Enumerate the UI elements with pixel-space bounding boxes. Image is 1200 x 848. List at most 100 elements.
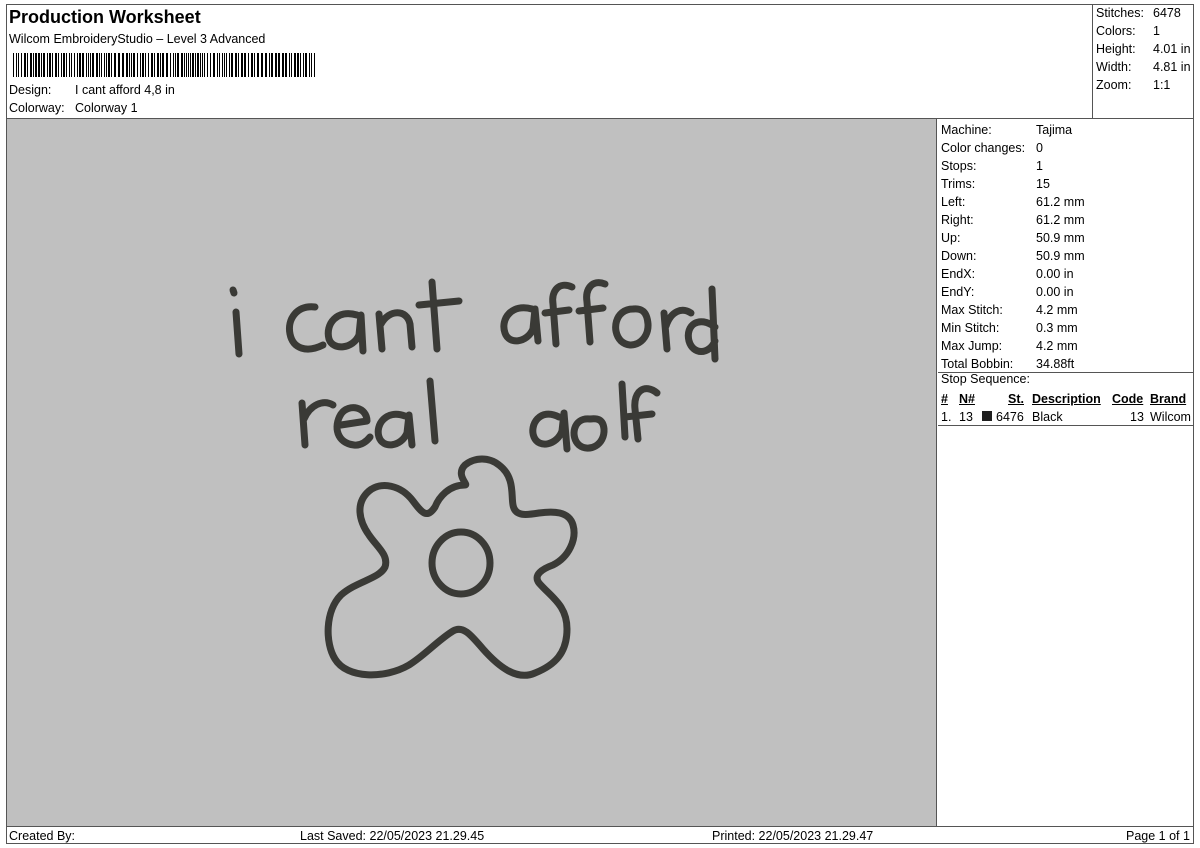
stitches-value: 6478 xyxy=(1153,6,1181,20)
design-summary: Stitches: 6478 Colors: 1 Height: 4.01 in Wi… xyxy=(1093,5,1193,119)
stitch-letter-t xyxy=(415,278,463,353)
min-stitch-row: Min Stitch: 0.3 mm xyxy=(941,319,1078,337)
total-bobbin-label: Total Bobbin: xyxy=(941,357,1014,371)
endy-row: EndY: 0.00 in xyxy=(941,283,1074,301)
embroidery-design xyxy=(229,278,719,679)
endx-label: EndX: xyxy=(941,267,976,281)
stitch-letter-f3 xyxy=(621,385,661,443)
colorway-row: Colorway: Colorway 1 xyxy=(9,101,138,115)
color-changes-row: Color changes: 0 xyxy=(941,139,1043,157)
up-row: Up: 50.9 mm xyxy=(941,229,1085,247)
min-stitch-value: 0.3 mm xyxy=(1036,321,1078,335)
stitch-letter-n xyxy=(375,309,416,353)
endx-value: 0.00 in xyxy=(1036,267,1074,281)
printed-date: Printed: 22/05/2023 21.29.47 xyxy=(712,829,874,843)
max-stitch-value: 4.2 mm xyxy=(1036,303,1078,317)
machine-label: Machine: xyxy=(941,123,992,137)
stitch-letter-a2 xyxy=(500,304,542,345)
left-value: 61.2 mm xyxy=(1036,195,1085,209)
col-index: # xyxy=(941,392,948,406)
right-row: Right: 61.2 mm xyxy=(941,211,1085,229)
width-value: 4.81 in xyxy=(1153,60,1191,74)
up-value: 50.9 mm xyxy=(1036,231,1085,245)
page-number: Page 1 of 1 xyxy=(1126,829,1190,843)
col-needle: N# xyxy=(959,392,975,406)
stitch-letter-g xyxy=(529,409,571,453)
stitch-letter-r2 xyxy=(298,399,337,449)
height-row: Height: 4.01 in xyxy=(1096,42,1191,56)
col-brand: Brand xyxy=(1150,392,1187,406)
stitches-row: Stitches: 6478 xyxy=(1096,6,1181,20)
color-changes-label: Color changes: xyxy=(941,141,1026,155)
endy-value: 0.00 in xyxy=(1036,285,1074,299)
col-code: Code xyxy=(1112,392,1144,406)
endx-row: EndX: 0.00 in xyxy=(941,265,1074,283)
min-stitch-label: Min Stitch: xyxy=(941,321,1000,335)
table-row: 1. 13 6476 Black 13 Wilcom xyxy=(941,408,1193,426)
down-label: Down: xyxy=(941,249,977,263)
design-row: Design: I cant afford 4,8 in xyxy=(9,83,175,97)
stitch-letter-c xyxy=(285,303,327,353)
design-canvas xyxy=(7,119,937,826)
stops-label: Stops: xyxy=(941,159,977,173)
stops-value: 1 xyxy=(1036,159,1043,173)
colorway-label: Colorway: xyxy=(9,101,65,115)
max-stitch-row: Max Stitch: 4.2 mm xyxy=(941,301,1078,319)
last-saved: Last Saved: 22/05/2023 21.29.45 xyxy=(300,829,485,843)
stitch-letter-a3 xyxy=(374,410,416,449)
max-jump-value: 4.2 mm xyxy=(1036,339,1078,353)
height-value: 4.01 in xyxy=(1153,42,1191,56)
software-name: Wilcom EmbroideryStudio – Level 3 Advanc… xyxy=(9,32,266,46)
down-value: 50.9 mm xyxy=(1036,249,1085,263)
colors-label: Colors: xyxy=(1096,24,1136,38)
color-changes-value: 0 xyxy=(1036,141,1043,155)
created-by: Created By: xyxy=(9,829,76,843)
worksheet-title: Production Worksheet xyxy=(9,7,201,27)
stitch-letter-l xyxy=(426,377,439,445)
machine-row: Machine: Tajima xyxy=(941,121,1072,139)
up-label: Up: xyxy=(941,231,961,245)
endy-label: EndY: xyxy=(941,285,975,299)
worksheet: Production Worksheet Wilcom EmbroiderySt… xyxy=(6,4,1194,844)
trims-value: 15 xyxy=(1036,177,1050,191)
total-bobbin-value: 34.88ft xyxy=(1036,357,1075,371)
max-jump-row: Max Jump: 4.2 mm xyxy=(941,337,1078,355)
stitch-flower-outline xyxy=(324,455,578,679)
stitch-letter-f2 xyxy=(575,279,609,346)
stitch-letter-a xyxy=(324,310,367,355)
zoom-label: Zoom: xyxy=(1096,78,1132,92)
total-bobbin-row: Total Bobbin: 34.88ft xyxy=(941,355,1074,373)
col-description: Description xyxy=(1032,392,1101,406)
stitch-letter-o xyxy=(612,305,652,349)
stitch-letter-e xyxy=(333,404,374,449)
stitch-letter-i xyxy=(232,308,243,358)
right-value: 61.2 mm xyxy=(1036,213,1085,227)
stitch-letter-l2 xyxy=(618,380,629,441)
stitch-letter-d xyxy=(684,285,719,363)
stitch-letter-o2 xyxy=(570,415,608,452)
design-value: I cant afford 4,8 in xyxy=(75,83,175,97)
worksheet-footer: Created By: Last Saved: 22/05/2023 21.29… xyxy=(7,826,1193,844)
down-row: Down: 50.9 mm xyxy=(941,247,1085,265)
row-description: Black xyxy=(1032,410,1063,424)
worksheet-header: Production Worksheet Wilcom EmbroiderySt… xyxy=(7,5,1093,119)
stop-sequence-header: # N# St. Description Code Brand xyxy=(941,390,1193,408)
trims-row: Trims: 15 xyxy=(941,175,1050,193)
left-row: Left: 61.2 mm xyxy=(941,193,1085,211)
right-label: Right: xyxy=(941,213,974,227)
stops-row: Stops: 1 xyxy=(941,157,1043,175)
row-index: 1. xyxy=(941,410,952,424)
stop-sequence-table: # N# St. Description Code Brand 1. 13 64… xyxy=(941,390,1193,426)
row-code: 13 xyxy=(1130,410,1144,424)
row-brand: Wilcom xyxy=(1150,410,1191,424)
max-jump-label: Max Jump: xyxy=(941,339,1003,353)
stitch-letter-i-dot xyxy=(229,286,238,297)
stitch-letter-f1 xyxy=(541,281,576,348)
col-stitches: St. xyxy=(1008,392,1024,406)
width-row: Width: 4.81 in xyxy=(1096,60,1191,74)
thread-swatch xyxy=(982,411,992,421)
zoom-value: 1:1 xyxy=(1153,78,1171,92)
machine-panel: Machine: Tajima Color changes: 0 Stops: 1 T… xyxy=(938,119,1194,826)
colors-row: Colors: 1 xyxy=(1096,24,1160,38)
colorway-value: Colorway 1 xyxy=(75,101,138,115)
